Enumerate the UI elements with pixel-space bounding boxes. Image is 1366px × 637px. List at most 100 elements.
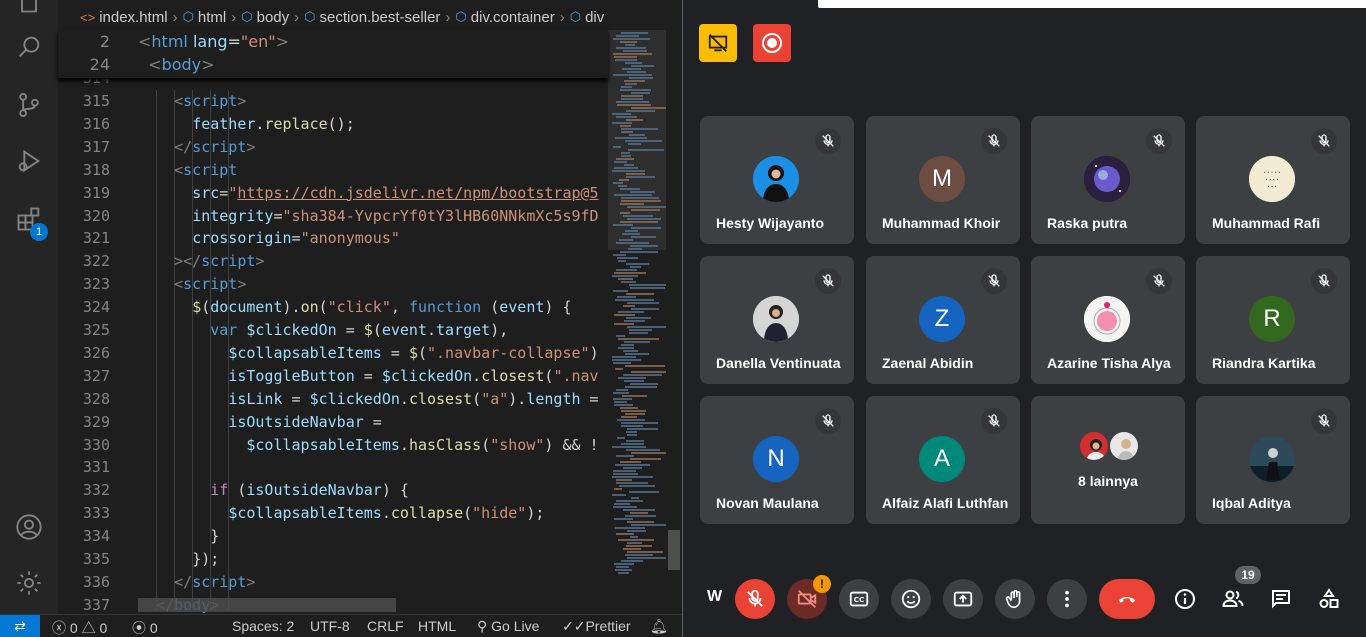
minimap-line [628, 248, 642, 250]
horizontal-scrollbar[interactable] [138, 598, 396, 612]
minimap-line [625, 413, 645, 415]
captions-button[interactable]: CC [839, 579, 879, 619]
sticky-line[interactable]: 2 <html lang="en"> [58, 30, 608, 53]
participant-tile[interactable]: Hesty Wijayanto [700, 116, 854, 244]
participant-tile[interactable]: • • • • • • • • • • • • Muhammad Rafi [1196, 116, 1350, 244]
participant-tile[interactable]: Z Zaenal Abidin [866, 256, 1020, 384]
participant-tile[interactable]: Azarine Tisha Alya [1031, 256, 1185, 384]
minimap-line [627, 557, 666, 559]
code-line[interactable]: 326 $collapsableItems = $(".navbar-colla… [58, 342, 608, 365]
raise-hand-button[interactable] [995, 579, 1035, 619]
participant-tile[interactable]: Danella Ventinuata [700, 256, 854, 384]
sticky-line[interactable]: 24 <body> [58, 53, 608, 76]
avatar [1084, 156, 1130, 202]
code-line[interactable]: 325 var $clickedOn = $(event.target), [58, 319, 608, 342]
minimap[interactable] [608, 30, 666, 614]
code-line[interactable]: 324 $(document).on("click", function (ev… [58, 296, 608, 319]
avatar [1078, 430, 1110, 462]
people-button[interactable] [1218, 584, 1248, 614]
minimap-line [613, 38, 650, 40]
code-line[interactable]: 317 </script> [58, 136, 608, 159]
code-line[interactable]: 316 feather.replace(); [58, 113, 608, 136]
code-text: } [210, 527, 220, 546]
encoding-status[interactable]: UTF-8 [310, 618, 350, 634]
code-text: ></script> [174, 252, 265, 271]
account-icon[interactable] [14, 512, 44, 542]
go-live-button[interactable]: ⚲ Go Live [477, 618, 539, 635]
code-line[interactable]: 330 $collapsableItems.hasClass("show") &… [58, 434, 608, 457]
breadcrumb-item-section[interactable]: ⬡ section.best-seller [304, 9, 440, 26]
code-line[interactable]: 332 if (isOutsideNavbar) { [58, 479, 608, 502]
problems-indicator[interactable]: ⓧ 0 △ 0 [52, 618, 107, 637]
code-line[interactable]: 335 }); [58, 548, 608, 571]
recording-icon[interactable] [753, 24, 791, 62]
code-line[interactable]: 318 <script [58, 159, 608, 182]
breadcrumb-item-body[interactable]: ⬡ body [241, 9, 289, 26]
meeting-info-button[interactable] [1170, 584, 1200, 614]
scrollbar-thumb[interactable] [668, 530, 680, 570]
minimap-line [629, 332, 648, 334]
code-line[interactable]: 333 $collapsableItems.collapse("hide"); [58, 502, 608, 525]
participant-tile[interactable]: Iqbal Aditya [1196, 396, 1350, 524]
minimap-line [626, 110, 655, 112]
indentation-status[interactable]: Spaces: 2 [232, 618, 294, 634]
breadcrumb-item-container[interactable]: ⬡ div.container [455, 9, 554, 26]
code-line[interactable]: 322 ></script> [58, 250, 608, 273]
breadcrumb-item-file[interactable]: <> index.html [58, 9, 168, 26]
chevron-right-icon: › [231, 8, 237, 26]
participant-tile[interactable]: A Alfaiz Alafi Luthfan [866, 396, 1020, 524]
vertical-scrollbar[interactable] [666, 30, 682, 614]
eol-status[interactable]: CRLF [367, 618, 404, 634]
activities-button[interactable] [1314, 584, 1344, 614]
code-line[interactable]: 321 crossorigin="anonymous" [58, 227, 608, 250]
participant-tile[interactable]: N Novan Maulana [700, 396, 854, 524]
code-line[interactable]: 319 src="https://cdn.jsdelivr.net/npm/bo… [58, 182, 608, 205]
code-line[interactable]: 327 isToggleButton = $clickedOn.closest(… [58, 365, 608, 388]
code-line[interactable]: 331 [58, 456, 608, 479]
participant-tile[interactable]: Raska putra [1031, 116, 1185, 244]
minimap-line [624, 380, 644, 382]
remote-indicator-icon[interactable]: ⇄ [0, 615, 40, 637]
minimap-line [616, 158, 634, 160]
present-screen-button[interactable] [943, 579, 983, 619]
breadcrumb-item-html[interactable]: ⬡ html [183, 9, 227, 26]
code-line[interactable]: 329 isOutsideNavbar = [58, 411, 608, 434]
code-line[interactable]: 320 integrity="sha384-YvpcrYf0tY3lHB60NN… [58, 205, 608, 228]
minimap-line [626, 293, 654, 295]
reactions-button[interactable] [891, 579, 931, 619]
source-control-icon[interactable] [14, 90, 44, 120]
ports-indicator[interactable]: ⦿ 0 [132, 618, 158, 637]
prettier-status[interactable]: ✓✓Prettier [562, 618, 631, 635]
minimap-line [631, 227, 661, 229]
more-options-button[interactable] [1047, 579, 1087, 619]
participant-tile[interactable]: R Riandra Kartika [1196, 256, 1350, 384]
sticky-scroll-header[interactable]: 2 <html lang="en"> 24 <body> [58, 30, 608, 78]
code-line[interactable]: 334 } [58, 525, 608, 548]
code-line[interactable]: 336 </script> [58, 571, 608, 594]
avatar-initial: N [767, 445, 785, 472]
avatar [1249, 436, 1295, 482]
participant-tile[interactable]: M Muhammad Khoir [866, 116, 1020, 244]
run-debug-icon[interactable] [14, 146, 44, 176]
minimap-line [620, 221, 658, 223]
language-mode-status[interactable]: HTML [418, 618, 456, 634]
mic-toggle-button[interactable] [735, 579, 775, 619]
notifications-bell-icon[interactable]: 🔔︎ [650, 618, 668, 635]
chat-button[interactable] [1266, 584, 1296, 614]
search-icon[interactable] [14, 32, 44, 62]
minimap-line [621, 200, 661, 202]
code-line[interactable]: 328 isLink = $clickedOn.closest("a").len… [58, 388, 608, 411]
settings-gear-icon[interactable] [14, 568, 44, 598]
minimap-line [621, 560, 643, 562]
minimap-line [623, 467, 642, 469]
minimap-line [630, 191, 655, 193]
camera-toggle-button[interactable]: ! [787, 575, 831, 619]
explorer-icon[interactable] [14, 0, 44, 16]
leave-call-button[interactable] [1099, 579, 1155, 619]
participant-tile[interactable]: 8 lainnya [1031, 396, 1185, 524]
presentation-off-icon[interactable] [699, 24, 737, 62]
code-line[interactable]: 315 <script> [58, 90, 608, 113]
breadcrumb-item-div[interactable]: ⬡ div [570, 9, 605, 26]
code-line[interactable]: 323 <script> [58, 273, 608, 296]
participant-name: Raska putra [1047, 215, 1128, 231]
